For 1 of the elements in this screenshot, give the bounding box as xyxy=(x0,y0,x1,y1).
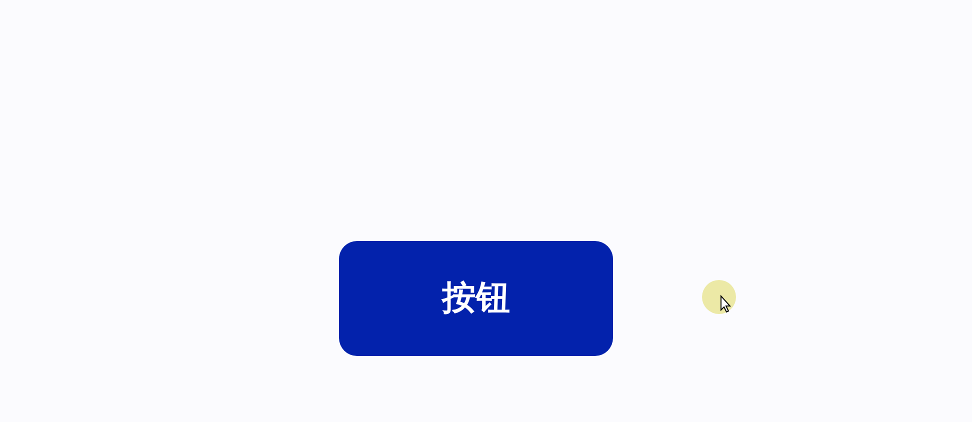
action-button[interactable]: 按钮 xyxy=(339,241,613,356)
